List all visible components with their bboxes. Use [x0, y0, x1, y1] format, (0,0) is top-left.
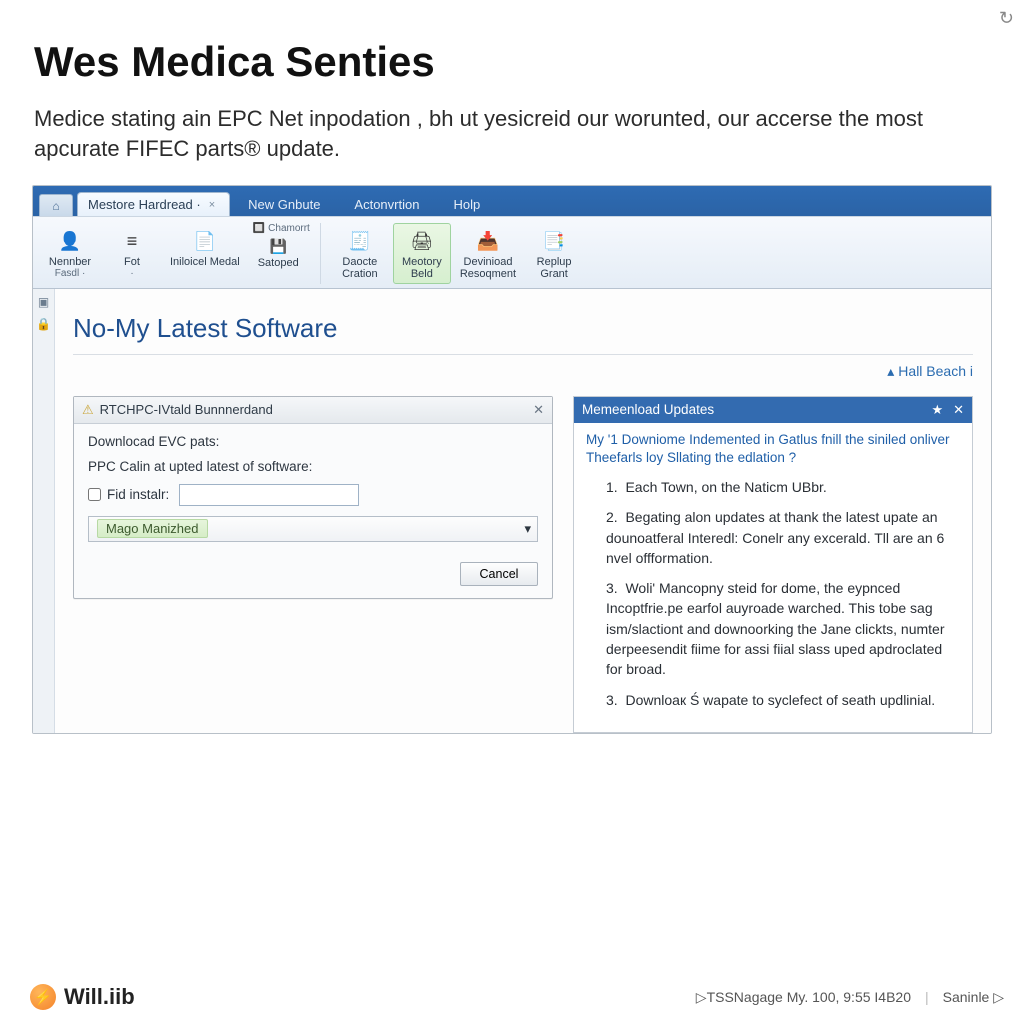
left-rail: ▣ 🔒 — [33, 289, 55, 733]
updates-item: 2. Begating alon updates at thank the la… — [606, 507, 958, 568]
tab-new[interactable]: New Gnbute — [232, 192, 336, 216]
ribbon-daocte-label: DaocteCration — [342, 256, 377, 280]
app-icon: ⌂ — [39, 194, 73, 216]
install-checkbox-label: Fid instalr: — [107, 487, 169, 502]
ribbon-download[interactable]: 📥 DevinioadResoqment — [455, 223, 521, 283]
report-icon: 📑 — [539, 228, 569, 254]
install-path-input[interactable] — [179, 484, 359, 506]
save-icon: 💾 — [268, 237, 288, 255]
tab-active[interactable]: Mestore Hardread · × — [77, 192, 230, 216]
ribbon-fot[interactable]: ≡ Fot · — [103, 223, 161, 282]
dialog-line1: Downlocad EVC pats: — [88, 434, 538, 449]
updates-star-icon[interactable]: ★ — [931, 402, 943, 418]
ribbon-member-label: Nennber — [49, 256, 91, 268]
rail-icon-2[interactable]: 🔒 — [36, 317, 51, 331]
install-checkbox-row[interactable]: Fid instalr: — [88, 484, 538, 506]
refresh-icon[interactable]: ↻ — [999, 8, 1014, 29]
tab-help[interactable]: Holp — [437, 192, 496, 216]
updates-item: 3. Downloaк Ś wapate to syclefect of sea… — [606, 690, 958, 710]
brand[interactable]: ⚡ Will.iib — [30, 984, 135, 1010]
updates-title-text: Memeenload Updates — [582, 402, 714, 417]
breadcrumb[interactable]: ▴Hall Beach i — [73, 363, 973, 380]
ribbon-chamorrt[interactable]: 🔲 Chamorrt — [253, 223, 310, 234]
warning-icon: ⚠ — [82, 402, 94, 418]
updates-item: 1. Each Town, on the Naticm UBbr. — [606, 477, 958, 497]
ribbon-replup-label: ReplupGrant — [537, 256, 572, 280]
ribbon-replup[interactable]: 📑 ReplupGrant — [525, 223, 583, 283]
ribbon-member[interactable]: 👤 Nennber Fasdl · — [41, 223, 99, 282]
caret-up-icon: ▴ — [887, 363, 894, 379]
app-window: ⌂ Mestore Hardread · × New Gnbute Actonv… — [32, 185, 992, 734]
page-subtitle: Medice stating ain EPC Net inpodation , … — [34, 104, 954, 163]
updates-item: 3. Woli' Mancopny steid for dome, the ey… — [606, 578, 958, 679]
titlebar: ⌂ Mestore Hardread · × New Gnbute Actonv… — [33, 186, 991, 216]
download-icon: 📥 — [473, 228, 503, 254]
tab-action[interactable]: Actonvrtion — [338, 192, 435, 216]
ribbon-daocte[interactable]: 🧾 DaocteCration — [331, 223, 389, 283]
doc-icon: 📄 — [190, 228, 220, 254]
ribbon-satoped-label: Satoped — [258, 257, 299, 269]
ribbon-satoped[interactable]: 💾 Satoped — [253, 234, 304, 272]
dialog-close-icon[interactable]: ✕ — [533, 402, 544, 418]
ribbon-toolbar: 👤 Nennber Fasdl · ≡ Fot · 📄 Iniloicel Me… — [33, 216, 991, 288]
ribbon-meotory[interactable]: 🖨 MeotoryBeld — [393, 223, 451, 283]
ribbon-member-sub: Fasdl · — [55, 268, 86, 279]
page-title: Wes Medica Senties — [34, 38, 990, 86]
ribbon-medal[interactable]: 📄 Iniloicel Medal — [165, 223, 245, 271]
tab-active-label: Mestore Hardread · — [88, 197, 201, 212]
brand-bolt-icon: ⚡ — [30, 984, 56, 1010]
footer-status: ▷TSSNagage My. 100, 9:55 I4B20 — [696, 989, 911, 1006]
chevron-down-icon: ▾ — [524, 521, 531, 537]
receipt-icon: 🧾 — [345, 228, 375, 254]
ribbon-fot-sub: · — [130, 268, 133, 279]
cancel-button[interactable]: Cancel — [460, 562, 538, 586]
updates-panel: Memeenload Updates ★ ✕ My '1 Downiome In… — [573, 396, 973, 733]
breadcrumb-label: Hall Beach i — [898, 363, 973, 379]
ribbon-medal-label: Iniloicel Medal — [170, 256, 240, 268]
version-select-value: Mago Manizhed — [97, 519, 208, 538]
dialog-line2: PPC Calin at upted latest of software: — [88, 459, 538, 474]
ribbon-meotory-label: MeotoryBeld — [402, 256, 442, 280]
list-icon: ≡ — [117, 228, 147, 254]
doc-heading: No-My Latest Software — [73, 313, 973, 355]
install-checkbox[interactable] — [88, 488, 101, 501]
footer-separator: | — [925, 989, 929, 1005]
footer: ⚡ Will.iib ▷TSSNagage My. 100, 9:55 I4B2… — [0, 974, 1024, 1024]
rail-icon-1[interactable]: ▣ — [38, 295, 49, 309]
footer-link[interactable]: Saninle ▷ — [943, 989, 1004, 1006]
ribbon-fot-label: Fot — [124, 256, 140, 268]
member-icon: 👤 — [55, 228, 85, 254]
brand-label: Will.iib — [64, 984, 135, 1010]
print-icon: 🖨 — [407, 228, 437, 254]
tab-close-icon[interactable]: × — [209, 199, 215, 211]
updates-close-icon[interactable]: ✕ — [953, 402, 964, 418]
download-dialog: ⚠ RTCHPC-IVtald Bunnnerdand ✕ Downlocad … — [73, 396, 553, 599]
dialog-title-text: RTCHPC-IVtald Bunnnerdand — [100, 402, 273, 417]
ribbon-download-label: DevinioadResoqment — [460, 256, 516, 280]
version-select[interactable]: Mago Manizhed ▾ — [88, 516, 538, 542]
updates-lead: My '1 Downiome Indemented in Gatlus fnil… — [574, 423, 972, 473]
